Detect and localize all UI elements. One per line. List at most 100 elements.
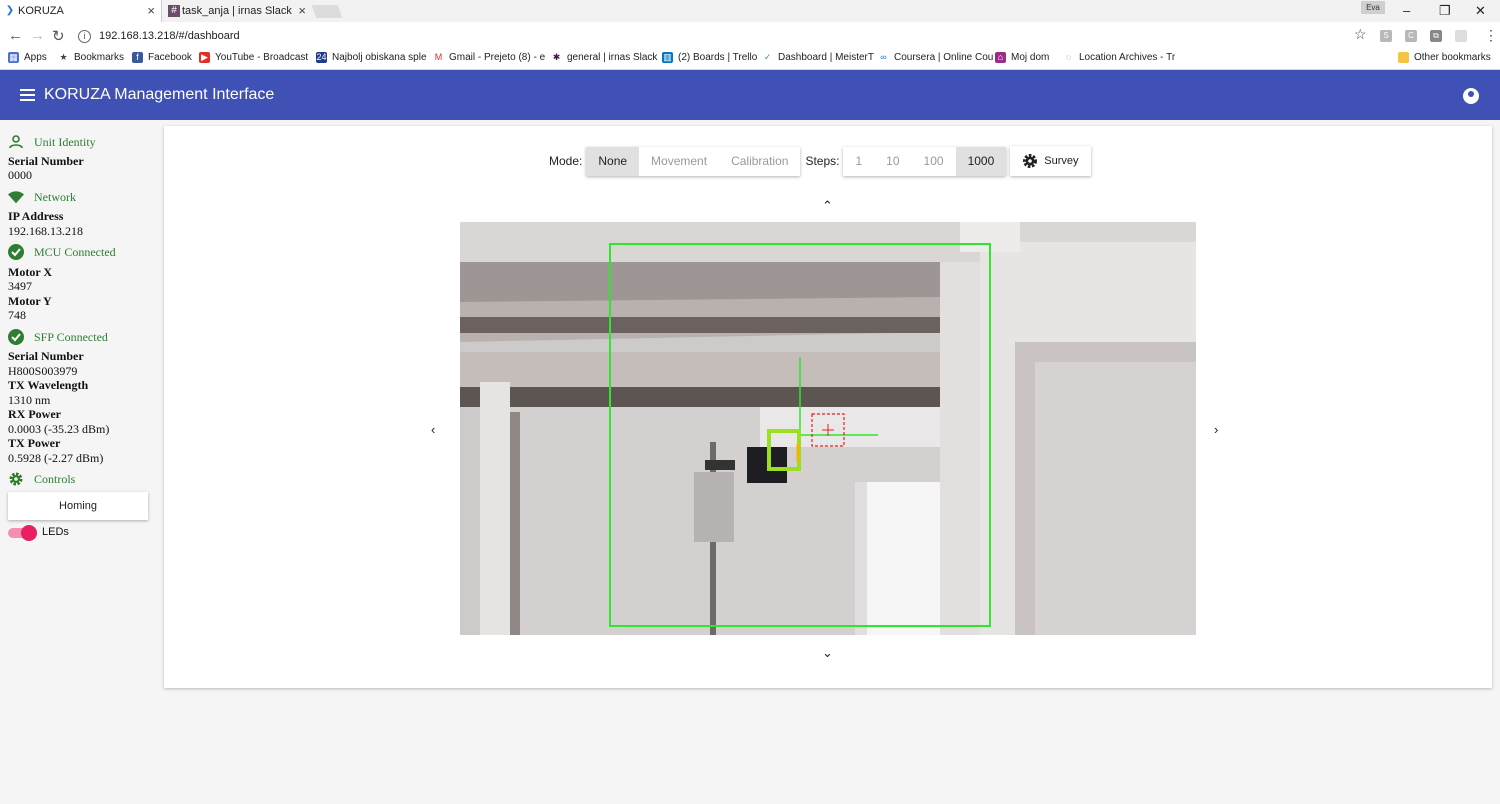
- bookmark-label: Apps: [24, 52, 47, 63]
- new-tab-button[interactable]: [311, 5, 343, 18]
- dashboard-card: Mode: None Movement Calibration Steps: 1…: [164, 126, 1492, 688]
- bookmark-star-icon[interactable]: ☆: [1354, 26, 1367, 43]
- address-bar[interactable]: i 192.168.13.218/#/dashboard: [72, 25, 1372, 47]
- mode-none-button[interactable]: None: [586, 146, 640, 176]
- motor-x-label: Motor X: [8, 265, 53, 279]
- move-down-icon[interactable]: ⌄: [822, 645, 833, 661]
- homing-button[interactable]: Homing: [8, 492, 148, 520]
- close-tab-icon[interactable]: ×: [147, 3, 155, 18]
- extension-icon[interactable]: C: [1405, 30, 1417, 42]
- steps-100-button[interactable]: 100: [911, 146, 956, 176]
- sfp-serial-label: Serial Number: [8, 349, 84, 363]
- mode-toggle-group: None Movement Calibration: [586, 146, 801, 176]
- chrome-menu-icon[interactable]: ⋮: [1484, 27, 1498, 44]
- cast-icon[interactable]: ⧉: [1430, 30, 1442, 42]
- bookmark-label: general | irnas Slack: [567, 52, 658, 63]
- steps-1000-button[interactable]: 1000: [955, 146, 1007, 176]
- location-icon: ◌: [1065, 52, 1072, 62]
- bookmark-label: Gmail - Prejeto (8) - e: [449, 52, 546, 63]
- motor-y-label: Motor Y: [8, 294, 52, 308]
- moj-dom-icon: ⌂: [995, 52, 1006, 63]
- slack-favicon-icon: #: [168, 5, 180, 17]
- reload-icon[interactable]: ↻: [52, 27, 65, 45]
- bookmark-gmail[interactable]: M Gmail - Prejeto (8) - e: [433, 52, 545, 63]
- section-sfp: SFP Connected: [8, 329, 108, 345]
- bookmark-meistertask[interactable]: ✓ Dashboard | MeisterT: [762, 52, 874, 63]
- 24ur-icon: 24: [316, 52, 327, 63]
- close-window-icon[interactable]: ✕: [1475, 3, 1486, 19]
- menu-icon[interactable]: [20, 89, 35, 101]
- survey-button[interactable]: Survey: [1010, 146, 1091, 176]
- back-arrow-icon[interactable]: ←: [8, 27, 23, 44]
- section-label: Network: [34, 189, 76, 204]
- tx-wavelength-label: TX Wavelength: [8, 378, 89, 392]
- move-right-icon[interactable]: ›: [1214, 422, 1218, 437]
- tab-title: task_anja | irnas Slack: [182, 5, 292, 17]
- tab-title: KORUZA: [18, 5, 64, 17]
- tx-power-value: 0.5928 (-2.27 dBm): [8, 451, 104, 465]
- bookmark-label: (2) Boards | Trello: [678, 52, 758, 63]
- bookmark-label: Location Archives - Tr: [1079, 52, 1176, 63]
- ip-address-label: IP Address: [8, 209, 64, 223]
- other-bookmarks[interactable]: Other bookmarks: [1398, 52, 1491, 63]
- section-mcu: MCU Connected: [8, 244, 116, 260]
- section-unit-identity: Unit Identity: [8, 134, 96, 150]
- bookmark-label: Other bookmarks: [1414, 52, 1491, 63]
- extension-icon[interactable]: S: [1380, 30, 1392, 42]
- forward-arrow-icon[interactable]: →: [30, 27, 45, 44]
- section-network: Network: [8, 189, 76, 205]
- camera-image: [460, 222, 1196, 635]
- browser-tab-koruza[interactable]: ❯ KORUZA ×: [0, 0, 162, 22]
- tx-wavelength-value: 1310 nm: [8, 393, 51, 407]
- bookmark-facebook[interactable]: f Facebook: [132, 52, 192, 63]
- bookmark-youtube[interactable]: ▶ YouTube - Broadcast: [199, 52, 308, 63]
- meistertask-icon: ✓: [763, 52, 772, 62]
- steps-10-button[interactable]: 10: [874, 146, 912, 176]
- steps-1-button[interactable]: 1: [843, 146, 875, 176]
- section-controls: Controls: [8, 471, 75, 487]
- restore-icon[interactable]: ❐: [1439, 3, 1451, 19]
- bookmark-bookmarks[interactable]: ★ Bookmarks: [58, 52, 124, 63]
- bookmark-slack[interactable]: ✱ general | irnas Slack: [551, 52, 658, 63]
- close-tab-icon[interactable]: ×: [298, 3, 306, 18]
- mode-calibration-button[interactable]: Calibration: [719, 146, 801, 176]
- mode-movement-button[interactable]: Movement: [639, 146, 720, 176]
- browser-tab-slack[interactable]: # task_anja | irnas Slack ×: [164, 0, 312, 22]
- camera-view[interactable]: [460, 222, 1196, 635]
- check-circle-icon: [8, 244, 24, 260]
- folder-icon: [1398, 52, 1409, 63]
- gmail-icon: M: [434, 52, 443, 62]
- account-icon[interactable]: [1463, 88, 1479, 104]
- mode-label: Mode:: [549, 154, 583, 168]
- bookmark-moj-dom[interactable]: ⌂ Moj dom: [995, 52, 1049, 63]
- survey-label: Survey: [1044, 155, 1079, 167]
- star-icon: ★: [59, 52, 68, 62]
- move-left-icon[interactable]: ‹: [431, 422, 435, 437]
- bookmark-apps[interactable]: ▦ Apps: [8, 52, 47, 63]
- ip-address-value: 192.168.13.218: [8, 224, 83, 238]
- site-info-icon[interactable]: i: [78, 29, 91, 43]
- leds-toggle[interactable]: [8, 525, 37, 541]
- bookmark-label: YouTube - Broadcast: [215, 52, 309, 63]
- move-up-icon[interactable]: ⌃: [822, 198, 833, 214]
- check-circle-icon: [8, 329, 24, 345]
- bookmark-label: Najbolj obiskana sple: [332, 52, 427, 63]
- minimize-icon[interactable]: –: [1403, 3, 1410, 18]
- bookmark-24ur[interactable]: 24 Najbolj obiskana sple: [316, 52, 427, 63]
- wifi-icon: [8, 189, 24, 205]
- bookmark-trello[interactable]: ▥ (2) Boards | Trello: [662, 52, 757, 63]
- section-label: Controls: [34, 471, 76, 486]
- app-header: KORUZA Management Interface: [0, 70, 1500, 120]
- sidebar: Unit Identity Serial Number 0000 Network…: [0, 120, 160, 804]
- extension-icon[interactable]: [1455, 30, 1467, 42]
- controls-row: Mode: None Movement Calibration Steps: 1…: [549, 146, 1091, 176]
- youtube-icon: ▶: [199, 52, 210, 63]
- gear-icon: [1023, 154, 1038, 168]
- profile-badge[interactable]: Eva: [1361, 1, 1385, 14]
- bookmark-coursera[interactable]: ∞ Coursera | Online Cou: [878, 52, 993, 63]
- slack-icon: ✱: [552, 52, 561, 62]
- bookmark-location[interactable]: ◌ Location Archives - Tr: [1063, 52, 1175, 63]
- apps-grid-icon: ▦: [8, 52, 19, 63]
- app-title: KORUZA Management Interface: [44, 86, 275, 103]
- bookmark-label: Dashboard | MeisterT: [778, 52, 874, 63]
